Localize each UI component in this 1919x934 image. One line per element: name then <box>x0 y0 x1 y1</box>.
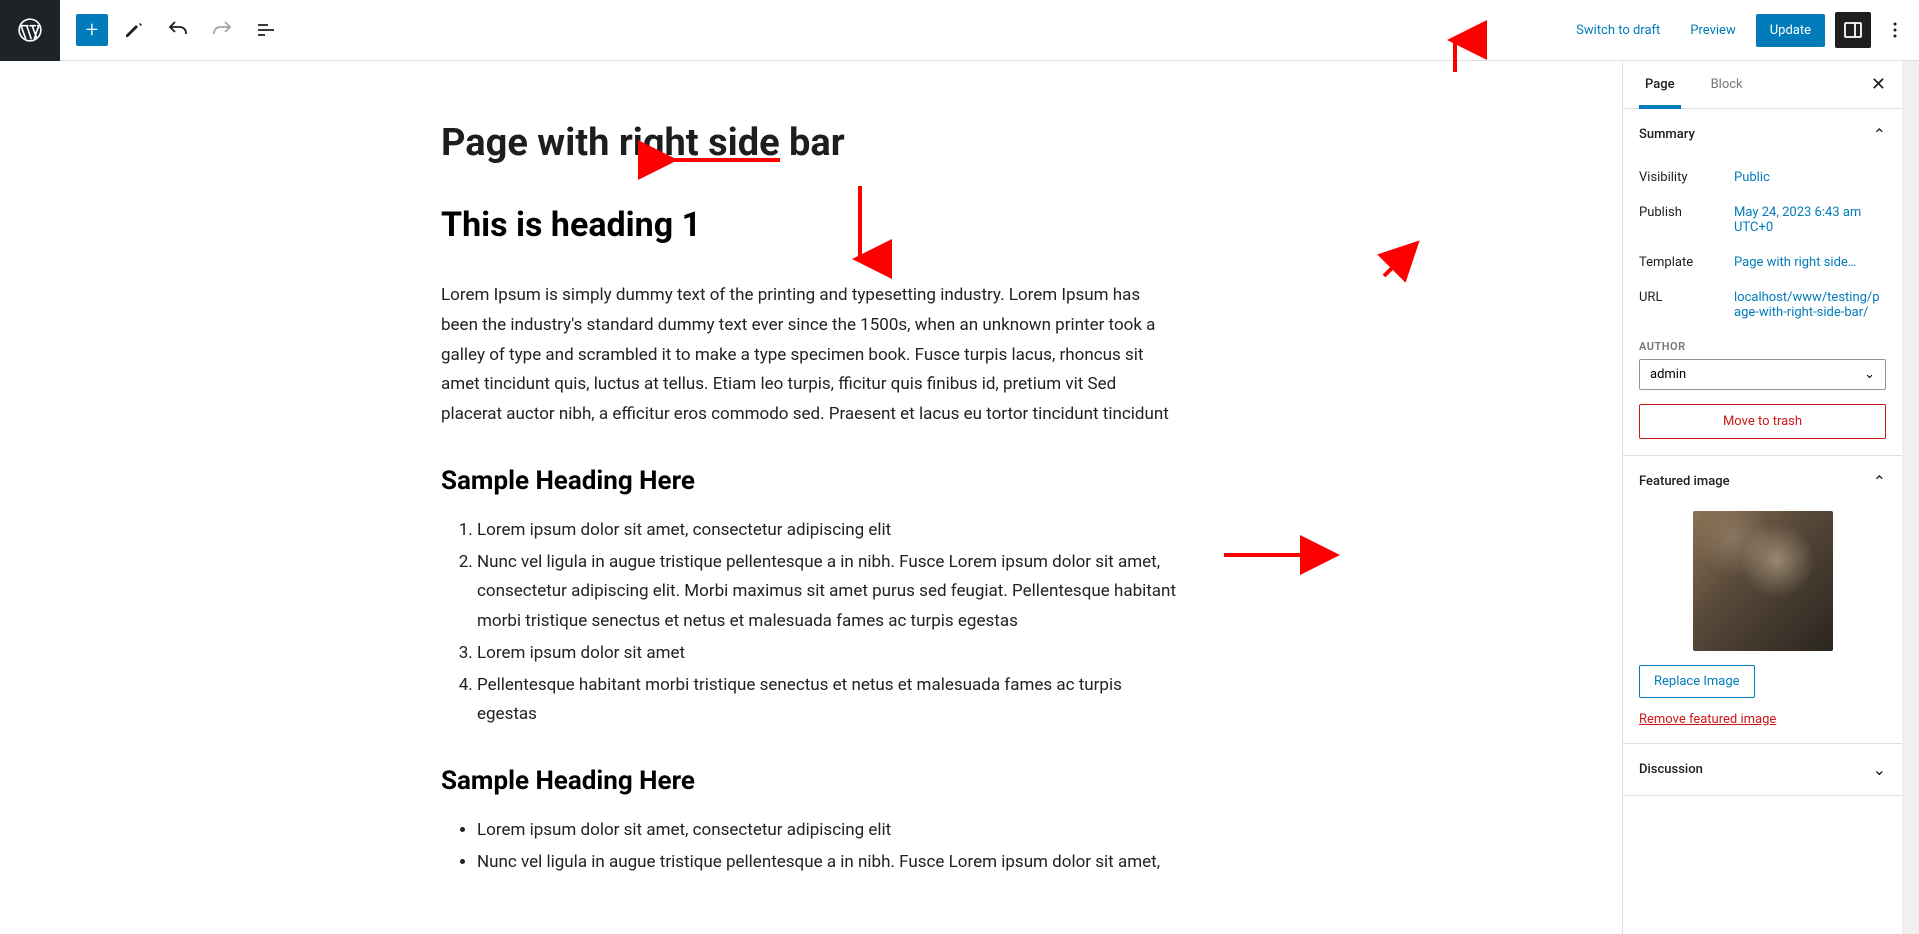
url-label: URL <box>1639 290 1734 305</box>
featured-image-panel: Featured image ⌃ Replace Image Remove fe… <box>1623 456 1902 744</box>
panel-title: Discussion <box>1639 762 1703 777</box>
preview-button[interactable]: Preview <box>1680 17 1745 44</box>
visibility-label: Visibility <box>1639 170 1734 185</box>
paragraph[interactable]: Lorem Ipsum is simply dummy text of the … <box>441 281 1181 430</box>
settings-sidebar: Page Block ✕ Summary ⌃ Visibility Public… <box>1622 61 1902 934</box>
visibility-value[interactable]: Public <box>1734 170 1886 185</box>
template-label: Template <box>1639 255 1734 270</box>
featured-image-panel-header[interactable]: Featured image ⌃ <box>1623 456 1902 507</box>
scrollbar[interactable] <box>1902 61 1919 934</box>
page-title[interactable]: Page with right side bar <box>441 121 1181 165</box>
publish-value[interactable]: May 24, 2023 6:43 am UTC+0 <box>1734 205 1886 235</box>
close-sidebar-icon[interactable]: ✕ <box>1871 74 1886 95</box>
replace-image-button[interactable]: Replace Image <box>1639 665 1755 698</box>
update-button[interactable]: Update <box>1756 14 1825 47</box>
chevron-down-icon: ⌄ <box>1873 760 1886 779</box>
publish-label: Publish <box>1639 205 1734 220</box>
toolbar-right: Switch to draft Preview Update <box>1566 12 1919 48</box>
top-toolbar: + Switch to draft Preview Update <box>0 0 1919 61</box>
author-select[interactable]: admin ⌄ <box>1639 359 1886 390</box>
switch-to-draft-button[interactable]: Switch to draft <box>1566 17 1670 44</box>
add-block-button[interactable]: + <box>76 14 108 46</box>
tab-block[interactable]: Block <box>1705 61 1749 109</box>
remove-featured-image-link[interactable]: Remove featured image <box>1639 712 1886 727</box>
list-item[interactable]: Lorem ipsum dolor sit amet, consectetur … <box>477 516 1181 546</box>
wordpress-logo-icon[interactable] <box>0 0 60 61</box>
heading-1[interactable]: This is heading 1 <box>441 205 1181 245</box>
panel-title: Summary <box>1639 127 1695 142</box>
url-value[interactable]: localhost/www/testing/page-with-right-si… <box>1734 290 1886 320</box>
toolbar-left: + <box>60 12 284 48</box>
edit-mode-icon[interactable] <box>116 12 152 48</box>
discussion-panel: Discussion ⌄ <box>1623 744 1902 796</box>
document-outline-icon[interactable] <box>248 12 284 48</box>
more-options-icon[interactable] <box>1881 18 1909 42</box>
redo-icon[interactable] <box>204 12 240 48</box>
summary-panel-header[interactable]: Summary ⌃ <box>1623 109 1902 160</box>
list-item[interactable]: Pellentesque habitant morbi tristique se… <box>477 671 1181 731</box>
ordered-list[interactable]: Lorem ipsum dolor sit amet, consectetur … <box>441 516 1181 730</box>
heading-2[interactable]: Sample Heading Here <box>441 766 1181 796</box>
list-item[interactable]: Lorem ipsum dolor sit amet, consectetur … <box>477 816 1181 846</box>
chevron-up-icon: ⌃ <box>1873 125 1886 144</box>
unordered-list[interactable]: Lorem ipsum dolor sit amet, consectetur … <box>441 816 1181 878</box>
chevron-up-icon: ⌃ <box>1873 472 1886 491</box>
chevron-down-icon: ⌄ <box>1864 367 1875 382</box>
undo-icon[interactable] <box>160 12 196 48</box>
heading-2[interactable]: Sample Heading Here <box>441 466 1181 496</box>
list-item[interactable]: Lorem ipsum dolor sit amet <box>477 639 1181 669</box>
author-select-value: admin <box>1650 367 1686 382</box>
panel-title: Featured image <box>1639 474 1730 489</box>
summary-panel: Summary ⌃ Visibility Public Publish May … <box>1623 109 1902 456</box>
settings-sidebar-toggle-icon[interactable] <box>1835 12 1871 48</box>
tab-page[interactable]: Page <box>1639 61 1681 109</box>
list-item[interactable]: Nunc vel ligula in augue tristique pelle… <box>477 548 1181 637</box>
template-value[interactable]: Page with right side… <box>1734 255 1886 270</box>
author-label: AUTHOR <box>1639 340 1886 353</box>
featured-image-thumbnail[interactable] <box>1693 511 1833 651</box>
sidebar-tabs: Page Block ✕ <box>1623 61 1902 109</box>
editor-canvas[interactable]: Page with right side bar This is heading… <box>0 61 1622 934</box>
move-to-trash-button[interactable]: Move to trash <box>1639 404 1886 439</box>
list-item[interactable]: Nunc vel ligula in augue tristique pelle… <box>477 848 1181 878</box>
discussion-panel-header[interactable]: Discussion ⌄ <box>1623 744 1902 795</box>
